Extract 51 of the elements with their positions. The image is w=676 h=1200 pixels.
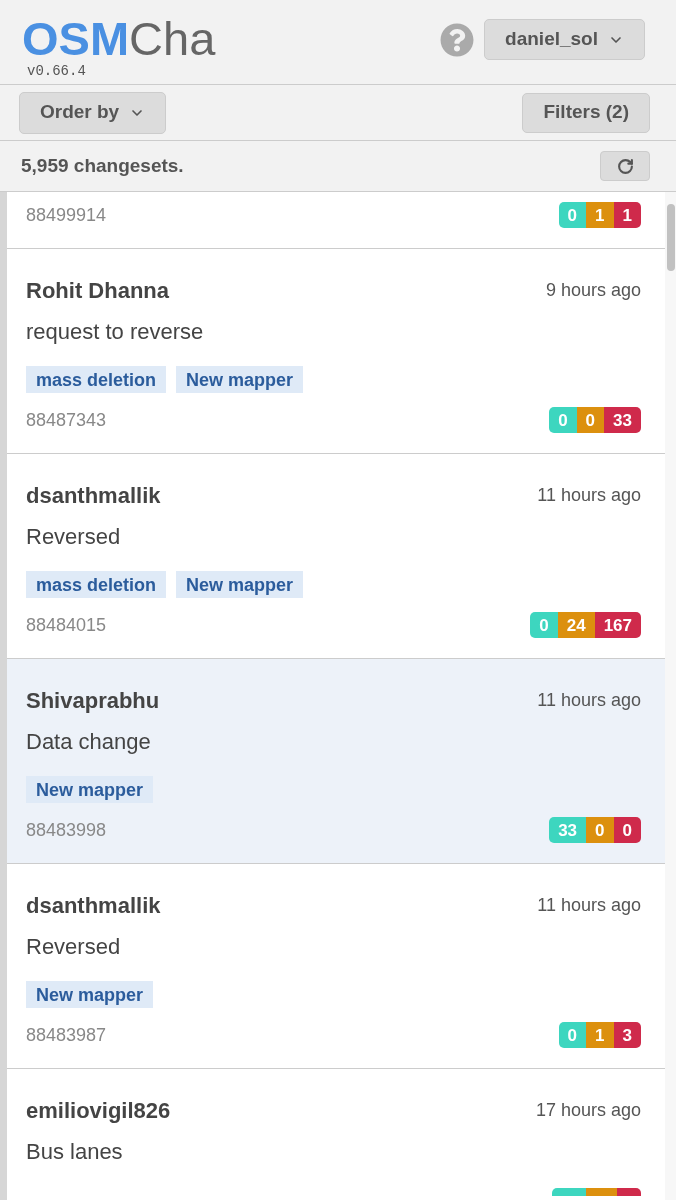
modified-count: 1	[586, 202, 614, 228]
username-text[interactable]: emiliovigil826	[26, 1100, 171, 1122]
username-text[interactable]: dsanthmallik	[26, 485, 161, 507]
refresh-icon	[616, 157, 634, 175]
created-count: 33	[549, 817, 587, 843]
timestamp-text: 11 hours ago	[537, 486, 641, 504]
deleted-count: 3	[613, 1022, 641, 1048]
modified-count: 0	[576, 407, 605, 433]
comment-text: Reversed	[26, 936, 121, 958]
modified-count: 1	[586, 1022, 614, 1048]
order-by-button[interactable]: Order by	[19, 91, 167, 134]
tag-label: New mapper	[26, 776, 154, 803]
deleted-count: 0	[613, 817, 641, 843]
changeset-id[interactable]: 88483987	[26, 1026, 107, 1044]
changeset-id[interactable]: 88484015	[26, 616, 107, 634]
timestamp-text: 9 hours ago	[545, 281, 641, 299]
changeset-count: 5,959 changesets.	[21, 153, 184, 178]
version-text: v0.66.4	[26, 64, 87, 78]
changeset-id[interactable]: 88499914	[26, 206, 107, 224]
changeset-id[interactable]: 88487343	[26, 411, 107, 429]
modified-count: 24	[557, 612, 595, 638]
modified-count: 0	[586, 817, 614, 843]
comment-text: Bus lanes	[26, 1141, 123, 1163]
scrollbar-thumb[interactable]	[666, 204, 675, 271]
tag-label: mass deletion	[26, 366, 167, 393]
tag-label: New mapper	[176, 571, 304, 598]
username-text[interactable]: Shivaprabhu	[26, 690, 160, 712]
username-text[interactable]: dsanthmallik	[26, 895, 161, 917]
created-count: 0	[530, 612, 558, 638]
comment-text: request to reverse	[26, 321, 204, 343]
timestamp-text: 17 hours ago	[535, 1101, 641, 1119]
timestamp-text: 11 hours ago	[537, 896, 641, 914]
timestamp-text: 11 hours ago	[537, 691, 641, 709]
refresh-button[interactable]	[600, 151, 650, 181]
created-count: 0	[558, 202, 587, 228]
username-text[interactable]: Rohit Dhanna	[26, 280, 169, 302]
created-count: 0	[558, 1022, 587, 1048]
tag-label: New mapper	[26, 981, 154, 1008]
osmcha-logo[interactable]: OSMCha	[22, 15, 216, 62]
deleted-count: 33	[604, 407, 641, 433]
comment-text: Reversed	[26, 526, 121, 548]
user-menu-button[interactable]: daniel_sol	[484, 19, 645, 60]
comment-text: Data change	[26, 731, 151, 753]
tag-label: mass deletion	[26, 571, 167, 598]
tag-label: New mapper	[176, 366, 304, 393]
deleted-count: 1	[613, 202, 641, 228]
deleted-count: 167	[594, 612, 641, 638]
created-count: 0	[549, 407, 577, 433]
filters-button[interactable]: Filters (2)	[522, 92, 650, 133]
help-icon[interactable]	[440, 23, 475, 57]
changeset-card[interactable]: Shivaprabhu 11 hours ago Data change New mapper 88483998 33 0 0	[7, 659, 665, 864]
